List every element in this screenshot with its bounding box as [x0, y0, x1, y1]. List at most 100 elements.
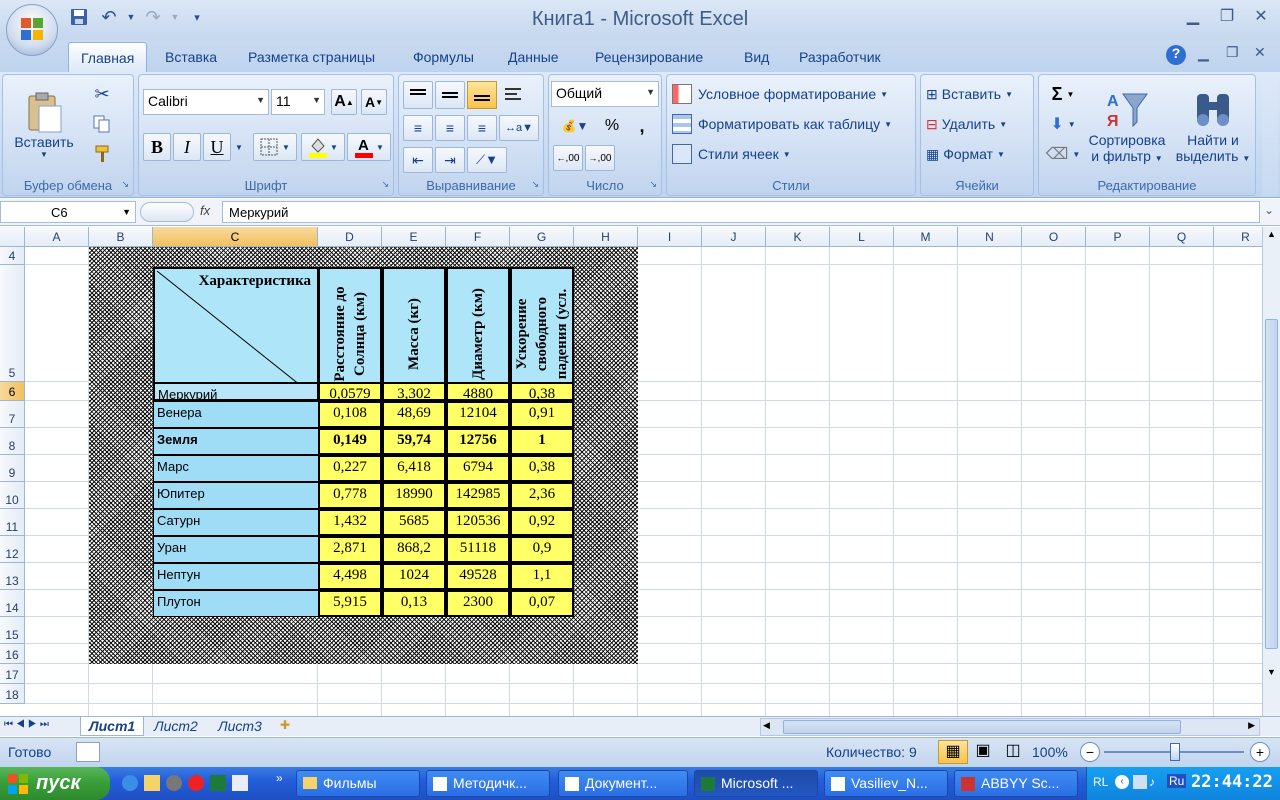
column-header-l[interactable]: L: [830, 227, 894, 247]
opera-icon[interactable]: [188, 775, 204, 791]
shrink-font-icon[interactable]: A ▼: [361, 89, 387, 115]
value-cell[interactable]: 48,69: [382, 401, 446, 428]
value-cell[interactable]: 1: [510, 428, 574, 455]
sheet-tab-1[interactable]: Лист1: [80, 717, 145, 736]
customize-qat-icon[interactable]: ▾: [184, 4, 210, 30]
grow-font-icon[interactable]: A ▲: [331, 89, 357, 115]
ie-icon[interactable]: [122, 775, 138, 791]
scroll-down-icon[interactable]: ▼: [1265, 667, 1278, 681]
media-icon[interactable]: [166, 775, 182, 791]
column-header-d[interactable]: D: [318, 227, 382, 247]
value-cell[interactable]: 142985: [446, 482, 510, 509]
underline-button[interactable]: U: [203, 133, 231, 161]
autosum-button[interactable]: Σ ▼: [1043, 81, 1083, 107]
value-cell[interactable]: 0,227: [318, 455, 382, 482]
font-name-select[interactable]: Calibri ▼: [143, 89, 269, 115]
clear-eraser-icon[interactable]: ⌫ ▼: [1043, 141, 1083, 167]
column-header-cell[interactable]: Ускорение свободного падения (усл.: [510, 267, 574, 401]
worksheet-grid[interactable]: ABCDEFGHIJKLMNOPQR ХарактеристикаПланета…: [0, 227, 1262, 716]
quick-launch-more-icon[interactable]: »: [276, 771, 283, 785]
row-header-6[interactable]: 6: [0, 382, 25, 401]
redo-dropdown-icon[interactable]: ▼: [170, 4, 180, 30]
row-header-13[interactable]: 13: [0, 563, 25, 590]
column-header-k[interactable]: K: [766, 227, 830, 247]
value-cell[interactable]: 5,915: [318, 590, 382, 617]
tab-review[interactable]: Рецензирование: [595, 49, 703, 65]
value-cell[interactable]: 1,432: [318, 509, 382, 536]
value-cell[interactable]: 6794: [446, 455, 510, 482]
excel-quick-icon[interactable]: [210, 775, 226, 791]
value-cell[interactable]: 0,0579: [318, 382, 382, 401]
column-header-i[interactable]: I: [638, 227, 702, 247]
number-dialog-launcher-icon[interactable]: ↘: [649, 179, 657, 190]
undo-icon[interactable]: ↶: [96, 4, 122, 30]
scroll-right-icon[interactable]: ▶: [1248, 720, 1255, 731]
currency-icon[interactable]: 💰▼: [553, 113, 597, 139]
minimize-icon[interactable]: ▁: [1180, 6, 1206, 28]
paste-button[interactable]: Вставить ▼: [11, 81, 77, 169]
column-header-c[interactable]: C: [153, 227, 318, 247]
task-abbyy[interactable]: ABBYY Sc...: [954, 770, 1078, 797]
app-quick-icon[interactable]: [232, 775, 248, 791]
format-painter-icon[interactable]: [89, 141, 115, 167]
sheet-nav-icons[interactable]: ⏮◀▶⏭: [4, 719, 52, 730]
zoom-out-icon[interactable]: −: [1080, 742, 1100, 762]
row-header-18[interactable]: 18: [0, 684, 25, 704]
value-cell[interactable]: 6,418: [382, 455, 446, 482]
maximize-icon[interactable]: ❐: [1214, 6, 1240, 28]
cut-icon[interactable]: ✂: [89, 81, 115, 107]
conditional-formatting-button[interactable]: Условное форматирование ▼: [671, 81, 913, 107]
underline-dropdown-icon[interactable]: ▼: [233, 137, 245, 157]
workbook-minimize-icon[interactable]: ▁: [1198, 45, 1209, 62]
value-cell[interactable]: 4880: [446, 382, 510, 401]
value-cell[interactable]: 0,07: [510, 590, 574, 617]
keyboard-language[interactable]: Ru: [1167, 774, 1187, 788]
task-doc-2[interactable]: Документ...: [558, 770, 688, 797]
scroll-up-icon[interactable]: ▲: [1265, 229, 1278, 243]
column-header-a[interactable]: A: [25, 227, 89, 247]
italic-button[interactable]: I: [173, 133, 201, 161]
value-cell[interactable]: 0,778: [318, 482, 382, 509]
row-header-16[interactable]: 16: [0, 644, 25, 664]
planet-name-cell[interactable]: Юпитер: [153, 482, 319, 509]
value-cell[interactable]: 0,92: [510, 509, 574, 536]
undo-dropdown-icon[interactable]: ▼: [126, 4, 136, 30]
network-icon[interactable]: [1133, 775, 1147, 789]
fill-down-icon[interactable]: ⬇ ▼: [1043, 111, 1083, 137]
format-as-table-button[interactable]: Форматировать как таблицу ▼: [671, 111, 913, 137]
redo-icon[interactable]: ↷: [140, 4, 166, 30]
close-icon[interactable]: ✕: [1248, 6, 1274, 28]
value-cell[interactable]: 2,36: [510, 482, 574, 509]
align-top-icon[interactable]: [403, 81, 433, 109]
tray-expand-icon[interactable]: ‹: [1115, 775, 1129, 789]
zoom-slider-thumb[interactable]: [1170, 743, 1180, 761]
row-header-10[interactable]: 10: [0, 482, 25, 509]
tab-formulas[interactable]: Формулы: [413, 49, 474, 65]
value-cell[interactable]: 12756: [446, 428, 510, 455]
tab-view[interactable]: Вид: [744, 49, 769, 65]
row-header-12[interactable]: 12: [0, 536, 25, 563]
sheet-tab-3[interactable]: Лист3: [210, 717, 270, 736]
help-icon[interactable]: ?: [1166, 45, 1186, 65]
formula-expand-handle[interactable]: [140, 202, 194, 222]
comma-style-button[interactable]: ,: [629, 113, 655, 139]
percent-button[interactable]: %: [599, 113, 625, 139]
formula-input[interactable]: Меркурий: [222, 201, 1260, 223]
planet-name-cell[interactable]: Сатурн: [153, 509, 319, 536]
row-header-8[interactable]: 8: [0, 428, 25, 455]
tab-data[interactable]: Данные: [508, 49, 559, 65]
column-header-j[interactable]: J: [702, 227, 766, 247]
zoom-level[interactable]: 100%: [1032, 744, 1068, 760]
value-cell[interactable]: 0,13: [382, 590, 446, 617]
align-middle-icon[interactable]: [435, 81, 465, 109]
value-cell[interactable]: 0,38: [510, 382, 574, 401]
number-format-select[interactable]: Общий ▼: [551, 81, 659, 107]
column-header-g[interactable]: G: [510, 227, 574, 247]
language-code[interactable]: RL: [1093, 775, 1108, 789]
vertical-scrollbar[interactable]: ▲ ▼: [1262, 227, 1280, 716]
vertical-scroll-thumb[interactable]: [1265, 319, 1278, 649]
page-layout-view-icon[interactable]: ▣: [968, 740, 998, 764]
orientation-icon[interactable]: [499, 81, 529, 109]
value-cell[interactable]: 0,38: [510, 455, 574, 482]
insert-function-button[interactable]: fx: [200, 203, 210, 218]
